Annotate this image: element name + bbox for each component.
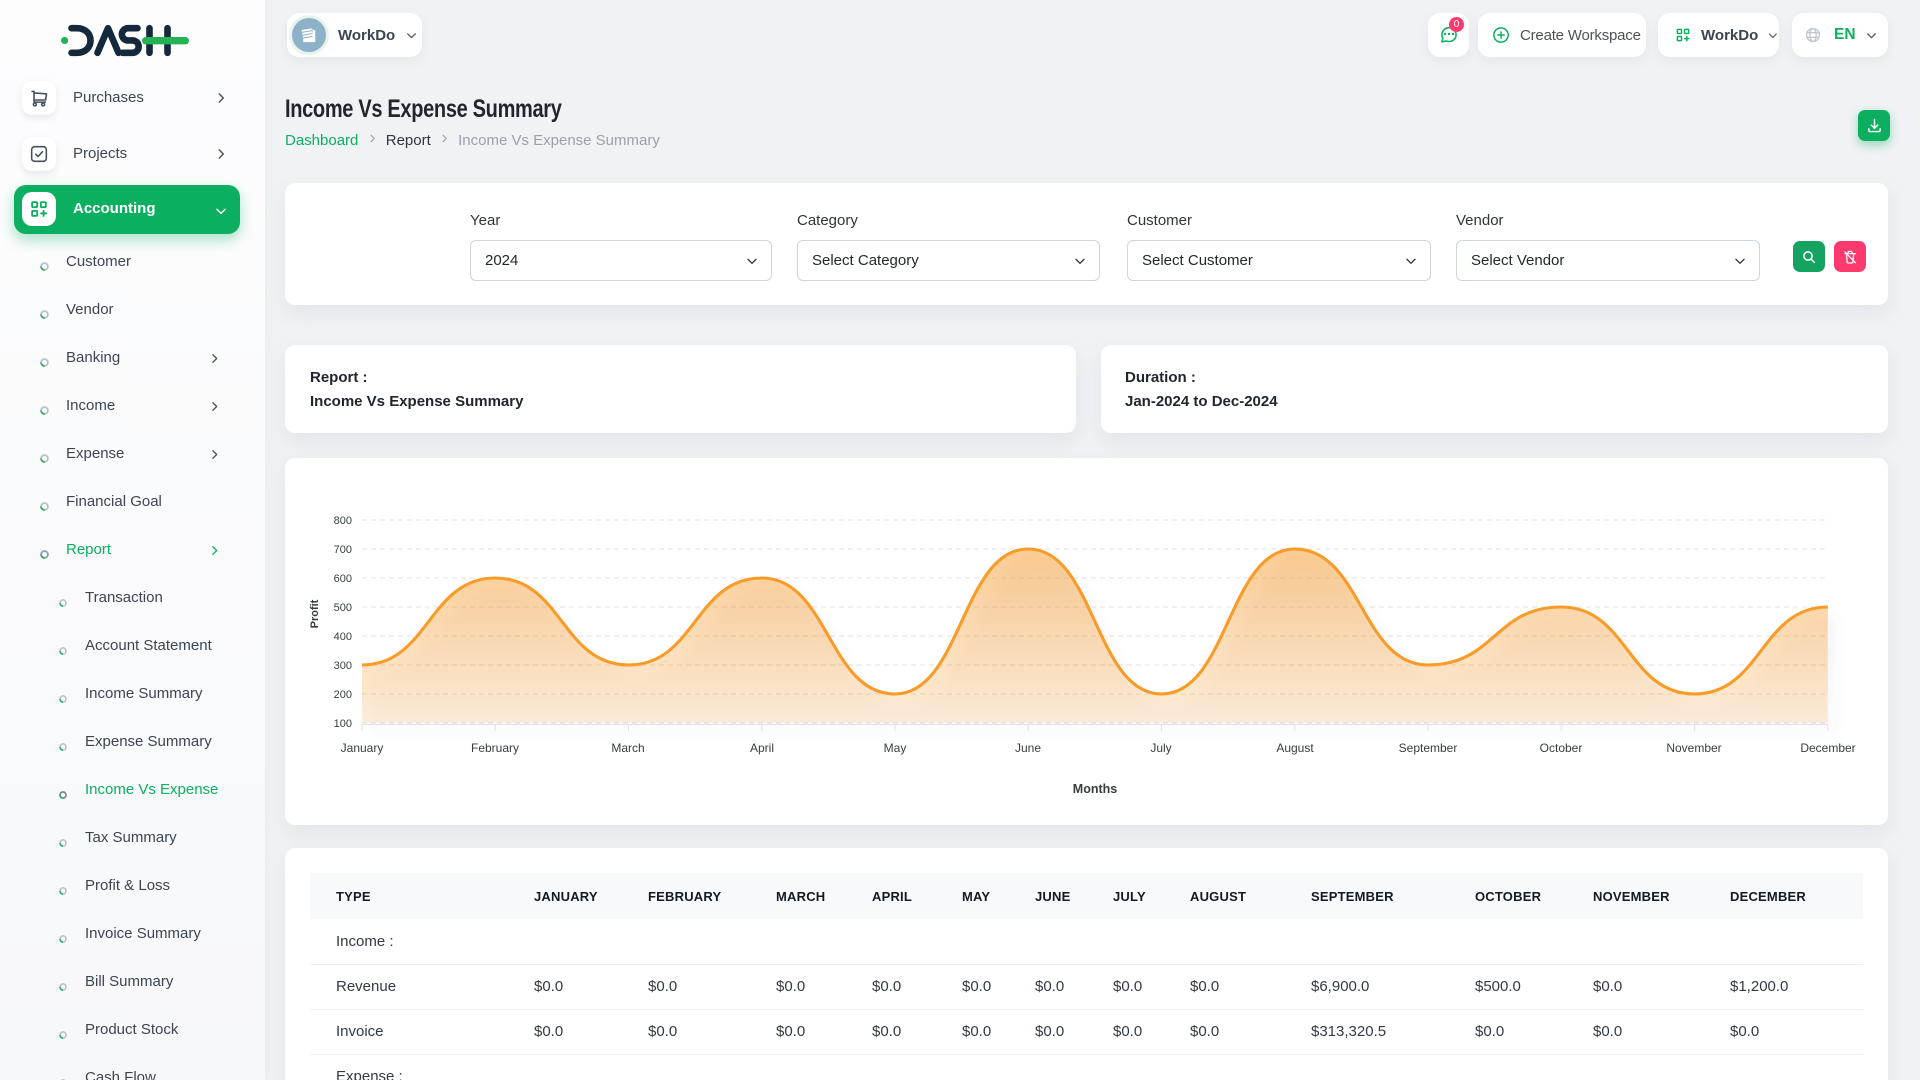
svg-text:100: 100 xyxy=(334,718,352,730)
svg-text:January: January xyxy=(341,741,384,755)
svg-text:200: 200 xyxy=(334,689,352,701)
svg-text:July: July xyxy=(1150,741,1171,755)
svg-text:June: June xyxy=(1015,741,1041,755)
svg-text:August: August xyxy=(1276,741,1314,755)
svg-text:April: April xyxy=(750,741,774,755)
svg-text:600: 600 xyxy=(334,573,352,585)
svg-text:May: May xyxy=(884,741,907,755)
svg-text:Profit: Profit xyxy=(309,599,321,628)
svg-text:September: September xyxy=(1399,741,1458,755)
svg-text:October: October xyxy=(1540,741,1583,755)
svg-text:300: 300 xyxy=(334,660,352,672)
svg-text:March: March xyxy=(611,741,644,755)
svg-text:400: 400 xyxy=(334,631,352,643)
svg-text:February: February xyxy=(471,741,519,755)
svg-text:800: 800 xyxy=(334,515,352,527)
svg-text:700: 700 xyxy=(334,544,352,556)
svg-text:Months: Months xyxy=(1073,782,1117,796)
svg-text:December: December xyxy=(1800,741,1855,755)
svg-text:500: 500 xyxy=(334,602,352,614)
svg-text:November: November xyxy=(1666,741,1721,755)
